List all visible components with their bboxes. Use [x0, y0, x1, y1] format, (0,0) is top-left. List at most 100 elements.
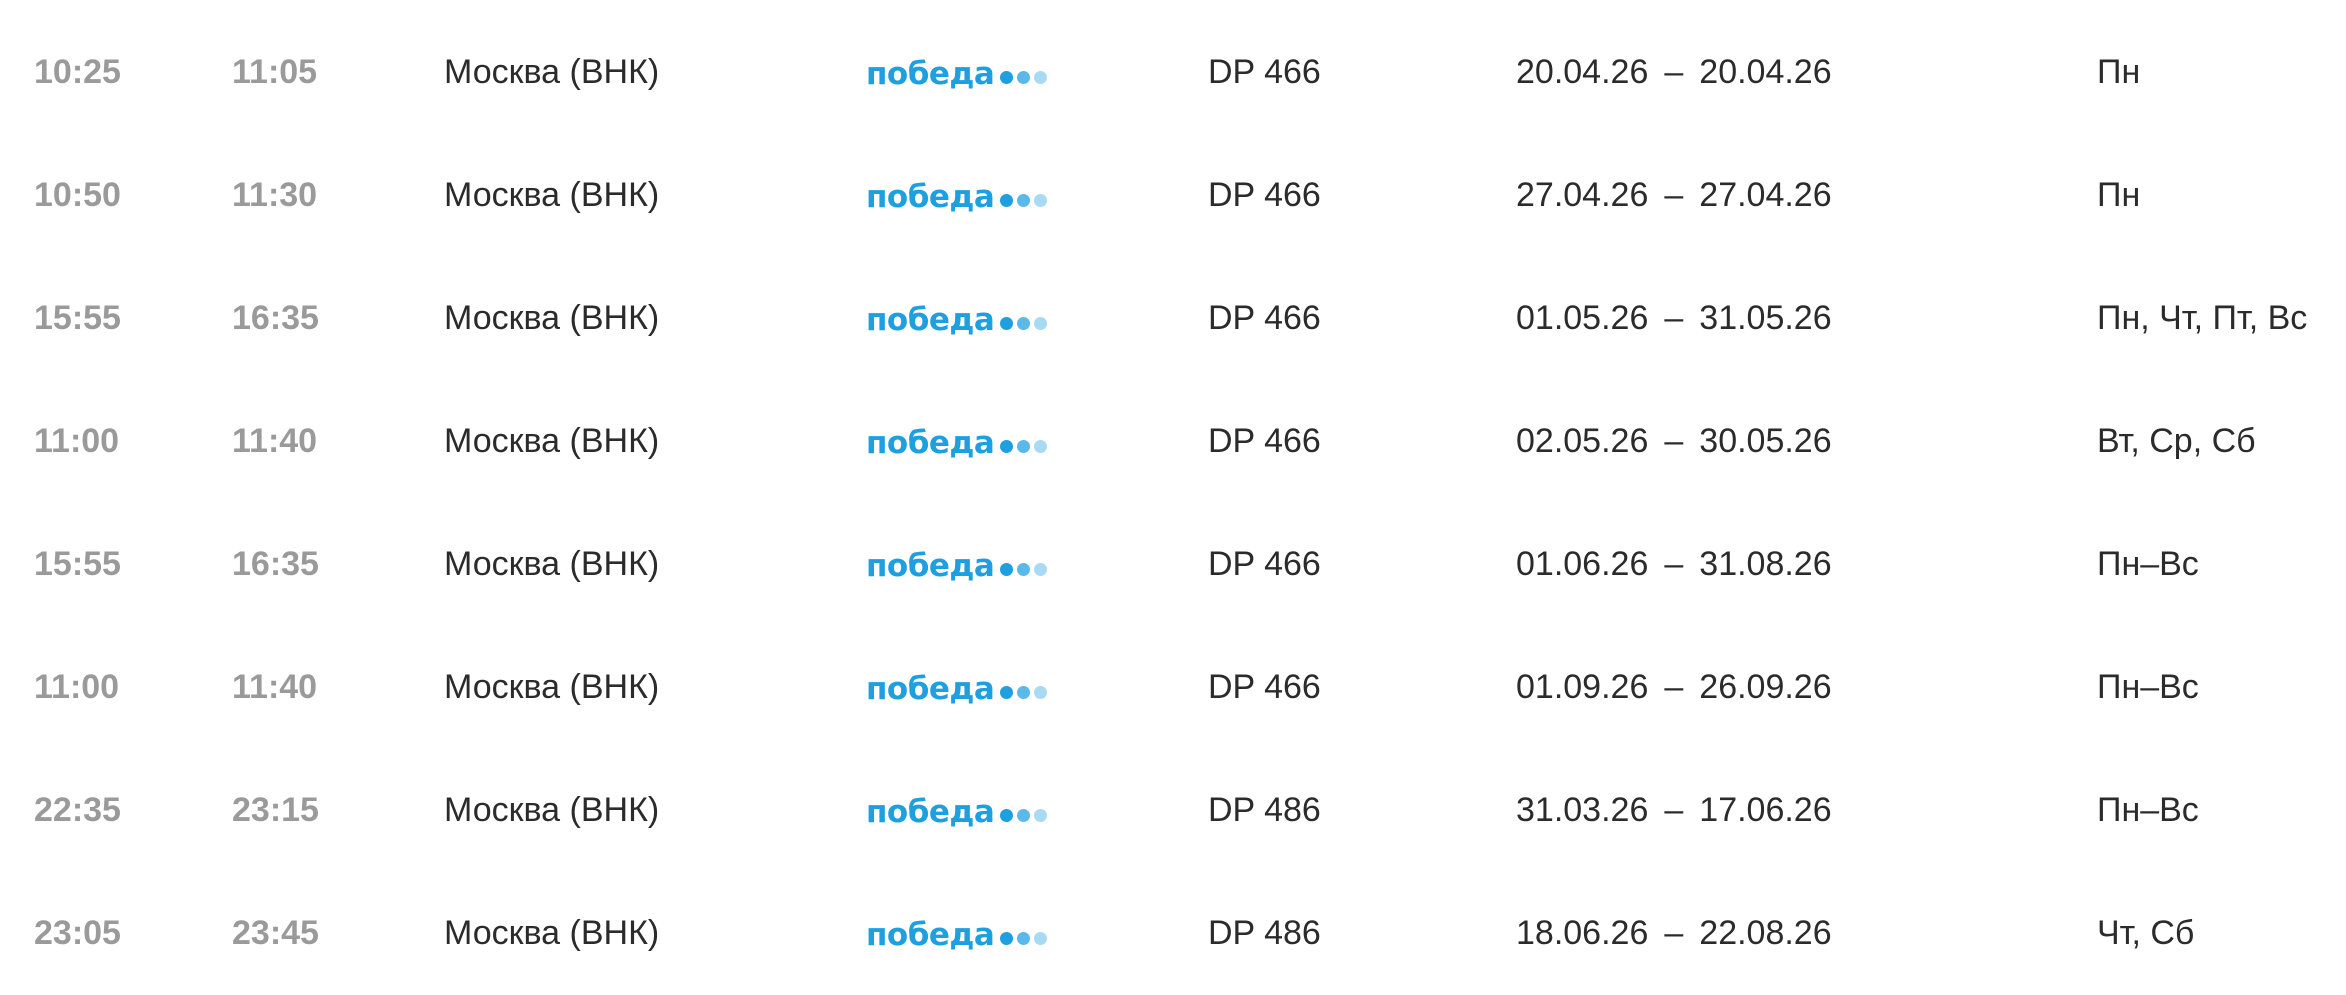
- airline-logo: победа: [866, 626, 1051, 749]
- date-from: 01.09.26: [1516, 668, 1649, 706]
- airline-logo-dots-icon: [1000, 563, 1051, 576]
- table-row: 11:00 11:40 Москва (ВНК) победа DP 466 0…: [0, 626, 2346, 749]
- operating-days: Пн: [2097, 53, 2141, 91]
- airline-logo-dots-icon: [1000, 809, 1051, 822]
- destination-city: Москва (ВНК): [444, 53, 660, 91]
- date-separator: –: [1664, 668, 1684, 706]
- date-from: 27.04.26: [1516, 176, 1649, 214]
- date-range: 02.05.26–30.05.26: [1516, 380, 1832, 503]
- departure-time: 11:00: [34, 422, 120, 460]
- flight-number: DP 486: [1208, 791, 1321, 829]
- date-to: 30.05.26: [1699, 422, 1832, 460]
- date-from: 01.06.26: [1516, 545, 1649, 583]
- operating-days: Вт, Ср, Сб: [2097, 422, 2256, 460]
- date-from: 31.03.26: [1516, 791, 1649, 829]
- date-range: 01.05.26–31.05.26: [1516, 257, 1832, 380]
- date-separator: –: [1664, 176, 1684, 214]
- flight-number: DP 466: [1208, 545, 1321, 583]
- date-range: 31.03.26–17.06.26: [1516, 749, 1832, 872]
- arrival-time: 23:15: [232, 791, 319, 829]
- departure-time: 10:25: [34, 53, 121, 91]
- destination-city: Москва (ВНК): [444, 914, 660, 952]
- airline-logo-text: победа: [866, 917, 995, 953]
- date-range: 27.04.26–27.04.26: [1516, 134, 1832, 257]
- date-to: 31.08.26: [1699, 545, 1832, 583]
- flight-number: DP 486: [1208, 914, 1321, 952]
- departure-time: 15:55: [34, 299, 121, 337]
- airline-logo: победа: [866, 11, 1051, 134]
- date-range: 20.04.26–20.04.26: [1516, 11, 1832, 134]
- flight-schedule-table: 10:25 11:05 Москва (ВНК) победа DP 466 2…: [0, 0, 2346, 986]
- arrival-time: 11:30: [232, 176, 318, 214]
- operating-days: Пн, Чт, Пт, Вс: [2097, 299, 2308, 337]
- arrival-time: 11:40: [232, 422, 318, 460]
- flight-number: DP 466: [1208, 668, 1321, 706]
- departure-time: 10:50: [34, 176, 121, 214]
- destination-city: Москва (ВНК): [444, 299, 660, 337]
- date-from: 02.05.26: [1516, 422, 1649, 460]
- airline-logo-text: победа: [866, 548, 995, 584]
- arrival-time: 16:35: [232, 299, 319, 337]
- arrival-time: 11:05: [232, 53, 318, 91]
- date-separator: –: [1664, 299, 1684, 337]
- date-separator: –: [1664, 914, 1684, 952]
- date-separator: –: [1664, 53, 1684, 91]
- airline-logo: победа: [866, 257, 1051, 380]
- departure-time: 15:55: [34, 545, 121, 583]
- date-from: 20.04.26: [1516, 53, 1649, 91]
- date-to: 26.09.26: [1699, 668, 1832, 706]
- arrival-time: 16:35: [232, 545, 319, 583]
- table-row: 11:00 11:40 Москва (ВНК) победа DP 466 0…: [0, 380, 2346, 503]
- airline-logo-text: победа: [866, 794, 995, 830]
- operating-days: Чт, Сб: [2097, 914, 2195, 952]
- departure-time: 11:00: [34, 668, 120, 706]
- operating-days: Пн–Вс: [2097, 791, 2199, 829]
- operating-days: Пн–Вс: [2097, 545, 2199, 583]
- date-separator: –: [1664, 545, 1684, 583]
- operating-days: Пн–Вс: [2097, 668, 2199, 706]
- destination-city: Москва (ВНК): [444, 668, 660, 706]
- date-to: 20.04.26: [1699, 53, 1832, 91]
- airline-logo-dots-icon: [1000, 194, 1051, 207]
- date-range: 01.06.26–31.08.26: [1516, 503, 1832, 626]
- flight-number: DP 466: [1208, 422, 1321, 460]
- departure-time: 23:05: [34, 914, 121, 952]
- destination-city: Москва (ВНК): [444, 176, 660, 214]
- airline-logo: победа: [866, 872, 1051, 995]
- destination-city: Москва (ВНК): [444, 422, 660, 460]
- arrival-time: 23:45: [232, 914, 319, 952]
- date-from: 18.06.26: [1516, 914, 1649, 952]
- date-to: 31.05.26: [1699, 299, 1832, 337]
- date-to: 22.08.26: [1699, 914, 1832, 952]
- date-to: 17.06.26: [1699, 791, 1832, 829]
- airline-logo: победа: [866, 503, 1051, 626]
- date-range: 01.09.26–26.09.26: [1516, 626, 1832, 749]
- airline-logo-dots-icon: [1000, 686, 1051, 699]
- airline-logo-dots-icon: [1000, 71, 1051, 84]
- destination-city: Москва (ВНК): [444, 791, 660, 829]
- departure-time: 22:35: [34, 791, 121, 829]
- date-from: 01.05.26: [1516, 299, 1649, 337]
- table-row: 10:50 11:30 Москва (ВНК) победа DP 466 2…: [0, 134, 2346, 257]
- table-row: 10:25 11:05 Москва (ВНК) победа DP 466 2…: [0, 11, 2346, 134]
- airline-logo: победа: [866, 749, 1051, 872]
- airline-logo: победа: [866, 134, 1051, 257]
- airline-logo-dots-icon: [1000, 440, 1051, 453]
- airline-logo-text: победа: [866, 56, 995, 92]
- flight-number: DP 466: [1208, 53, 1321, 91]
- airline-logo-text: победа: [866, 302, 995, 338]
- date-range: 18.06.26–22.08.26: [1516, 872, 1832, 995]
- flight-number: DP 466: [1208, 299, 1321, 337]
- airline-logo-dots-icon: [1000, 932, 1051, 945]
- flight-number: DP 466: [1208, 176, 1321, 214]
- operating-days: Пн: [2097, 176, 2141, 214]
- date-separator: –: [1664, 791, 1684, 829]
- airline-logo-dots-icon: [1000, 317, 1051, 330]
- airline-logo-text: победа: [866, 179, 995, 215]
- date-to: 27.04.26: [1699, 176, 1832, 214]
- arrival-time: 11:40: [232, 668, 318, 706]
- airline-logo-text: победа: [866, 671, 995, 707]
- airline-logo: победа: [866, 380, 1051, 503]
- table-row: 15:55 16:35 Москва (ВНК) победа DP 466 0…: [0, 503, 2346, 626]
- table-row: 23:05 23:45 Москва (ВНК) победа DP 486 1…: [0, 872, 2346, 995]
